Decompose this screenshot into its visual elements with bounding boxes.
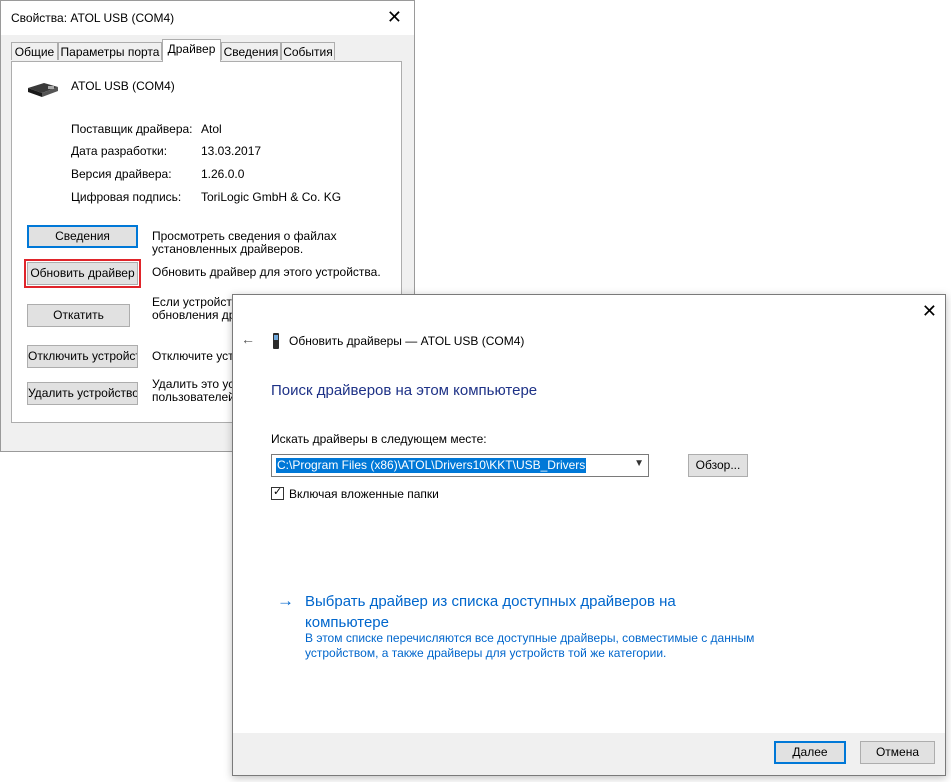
- device-name: ATOL USB (COM4): [71, 79, 175, 93]
- version-label: Версия драйвера:: [71, 167, 172, 181]
- close-icon[interactable]: ✕: [387, 5, 402, 29]
- date-label: Дата разработки:: [71, 144, 168, 158]
- date-value: 13.03.2017: [201, 144, 262, 158]
- provider-value: Atol: [201, 122, 222, 136]
- chevron-down-icon[interactable]: ▼: [634, 458, 644, 469]
- properties-title: Свойства: ATOL USB (COM4): [11, 11, 175, 25]
- pick-driver-description[interactable]: В этом списке перечисляются все доступны…: [305, 631, 805, 661]
- pick-driver-link[interactable]: Выбрать драйвер из списка доступных драй…: [305, 591, 725, 633]
- cancel-button[interactable]: Отмена: [860, 741, 935, 764]
- tab-driver[interactable]: Драйвер: [162, 39, 221, 62]
- back-arrow-icon[interactable]: ←: [241, 331, 255, 347]
- usb-device-icon: [273, 333, 279, 349]
- usb-device-icon: [28, 83, 58, 97]
- update-driver-desc: Обновить драйвер для этого устройства.: [152, 265, 381, 279]
- wizard-title: Обновить драйверы — ATOL USB (COM4): [289, 334, 525, 348]
- driver-path-combobox[interactable]: C:\Program Files (x86)\ATOL\Drivers10\KK…: [271, 454, 649, 477]
- tab-events[interactable]: События: [281, 42, 335, 60]
- next-button[interactable]: Далее: [774, 741, 846, 764]
- update-drivers-wizard: ✕ ← Обновить драйверы — ATOL USB (COM4) …: [232, 294, 946, 776]
- include-subfolders-label[interactable]: Включая вложенные папки: [289, 487, 439, 501]
- rollback-driver-button[interactable]: Откатить: [27, 304, 130, 327]
- tab-port-settings[interactable]: Параметры порта: [58, 42, 162, 60]
- browse-button[interactable]: Обзор...: [688, 454, 748, 477]
- tab-general[interactable]: Общие: [11, 42, 58, 60]
- properties-titlebar: Свойства: ATOL USB (COM4) ✕: [1, 1, 414, 35]
- checkmark-icon: ✓: [273, 486, 283, 498]
- driver-details-button[interactable]: Сведения: [27, 225, 138, 248]
- signer-label: Цифровая подпись:: [71, 190, 182, 204]
- disable-device-button[interactable]: Отключить устройство: [27, 345, 138, 368]
- provider-label: Поставщик драйвера:: [71, 122, 193, 136]
- update-driver-button[interactable]: Обновить драйвер: [24, 259, 141, 288]
- search-location-label: Искать драйверы в следующем месте:: [271, 432, 487, 446]
- close-icon[interactable]: ✕: [922, 301, 937, 321]
- uninstall-device-button[interactable]: Удалить устройство: [27, 382, 138, 405]
- page-title: Поиск драйверов на этом компьютере: [271, 382, 538, 399]
- version-value: 1.26.0.0: [201, 167, 245, 181]
- signer-value: ToriLogic GmbH & Co. KG: [201, 190, 342, 204]
- include-subfolders-checkbox[interactable]: ✓: [271, 486, 284, 500]
- arrow-right-icon[interactable]: →: [277, 591, 294, 611]
- driver-path-value[interactable]: C:\Program Files (x86)\ATOL\Drivers10\KK…: [276, 458, 587, 473]
- tab-details[interactable]: Сведения: [221, 42, 281, 60]
- driver-details-desc: Просмотреть сведения о файлах установлен…: [152, 229, 337, 256]
